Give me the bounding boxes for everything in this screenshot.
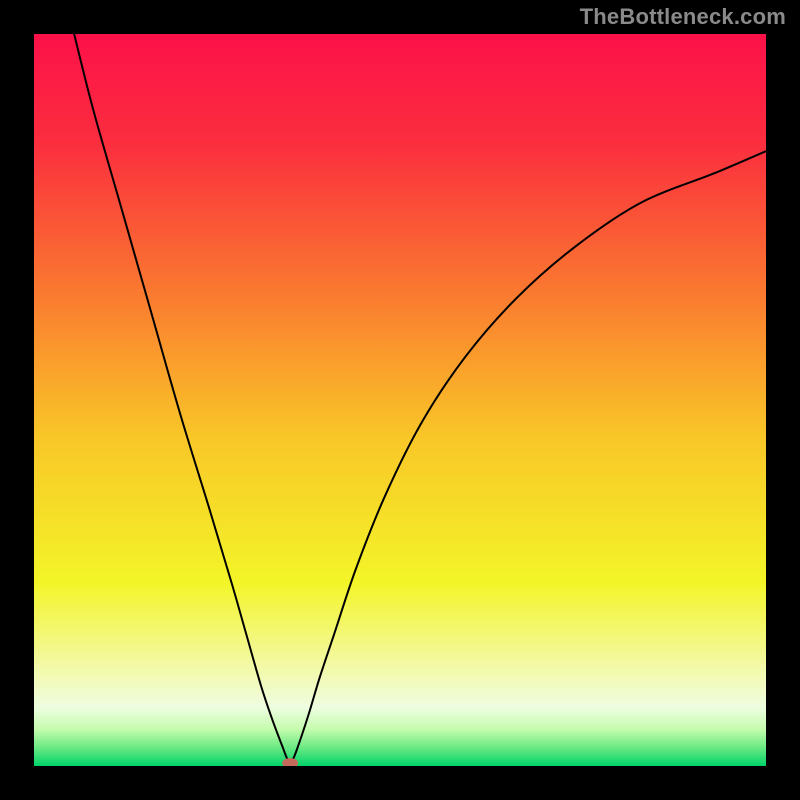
gradient-chart [34,34,766,766]
watermark-text: TheBottleneck.com [580,4,786,30]
gradient-background [34,34,766,766]
plot-area [34,34,766,766]
chart-frame: TheBottleneck.com [0,0,800,800]
